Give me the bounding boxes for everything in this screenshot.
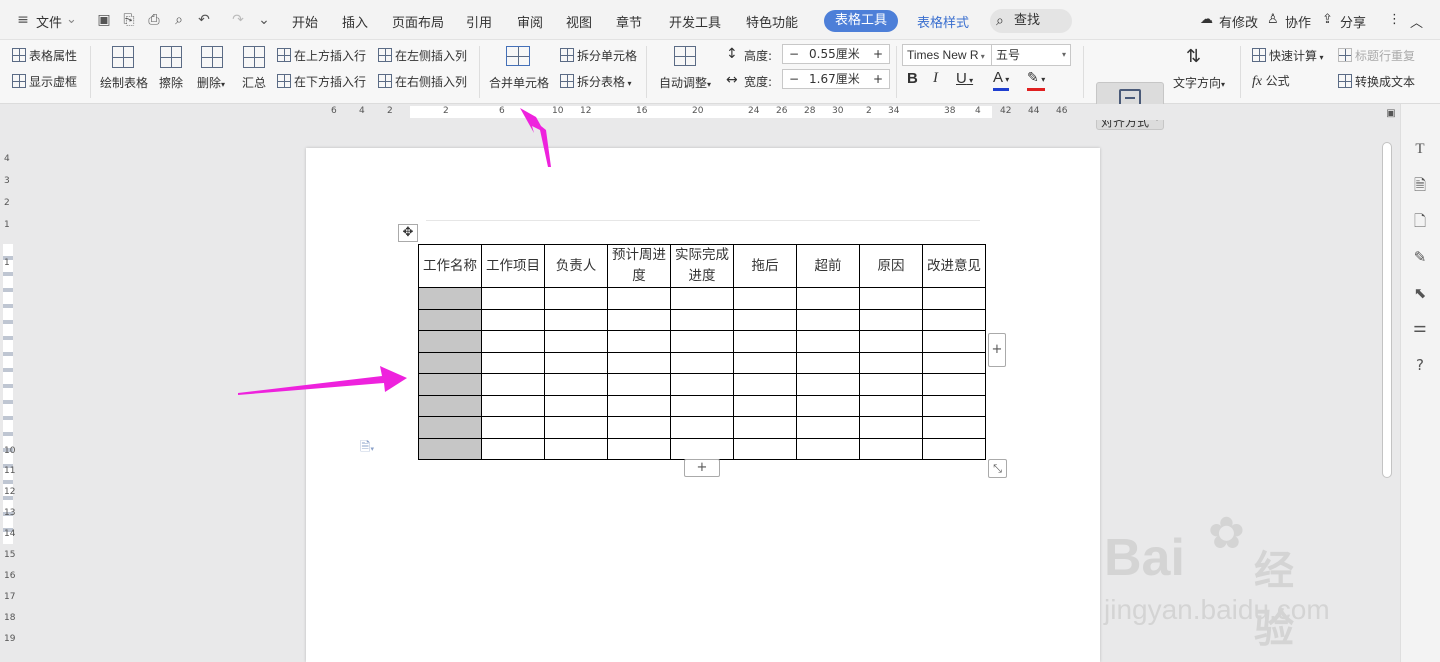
watermark-url: jingyan.baidu.com [1104,594,1330,625]
ruler-toggle-icon[interactable]: ▣ [1385,108,1397,120]
right-side-panel: ▣ T 🗎 🗋 ✎ ⬉ ⚌ ? [1386,104,1440,662]
arrow-to-merge-button [520,108,551,167]
document-settings-icon[interactable]: 🗋 [1411,212,1429,230]
cursor-icon[interactable]: ⬉ [1411,284,1429,302]
watermark-brand: Bai [1104,529,1185,587]
scrollbar-thumb[interactable] [1382,142,1392,478]
text-style-icon[interactable]: T [1411,140,1429,158]
paw-icon: ✿ [1208,508,1245,559]
arrow-to-selected-column [238,366,407,395]
pen-icon[interactable]: ✎ [1411,248,1429,266]
vertical-scrollbar[interactable] [1380,120,1394,662]
annotation-arrows [238,108,551,395]
sliders-icon[interactable]: ⚌ [1411,318,1429,336]
help-icon[interactable]: ? [1411,356,1429,374]
document-icon[interactable]: 🗎 [1411,176,1429,194]
